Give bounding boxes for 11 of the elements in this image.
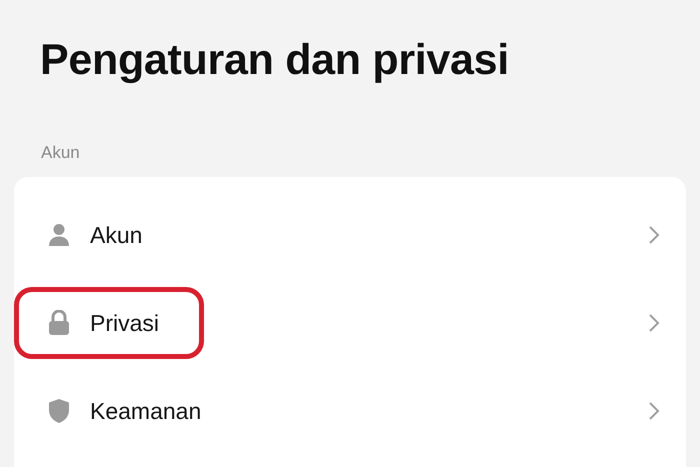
menu-item-label[interactable]: Keamanan — [90, 398, 202, 424]
shield-icon — [48, 398, 70, 424]
page-title: Pengaturan dan privasi — [40, 36, 510, 85]
section-label: Akun — [41, 143, 80, 163]
menu-item-label[interactable]: Privasi — [90, 310, 160, 336]
chevron-right-icon[interactable] — [648, 225, 660, 245]
lock-icon — [48, 310, 70, 336]
menu-item-label[interactable]: Akun — [90, 222, 142, 248]
chevron-right-icon[interactable] — [648, 401, 660, 421]
chevron-right-icon[interactable] — [648, 313, 660, 333]
person-icon — [48, 223, 70, 247]
